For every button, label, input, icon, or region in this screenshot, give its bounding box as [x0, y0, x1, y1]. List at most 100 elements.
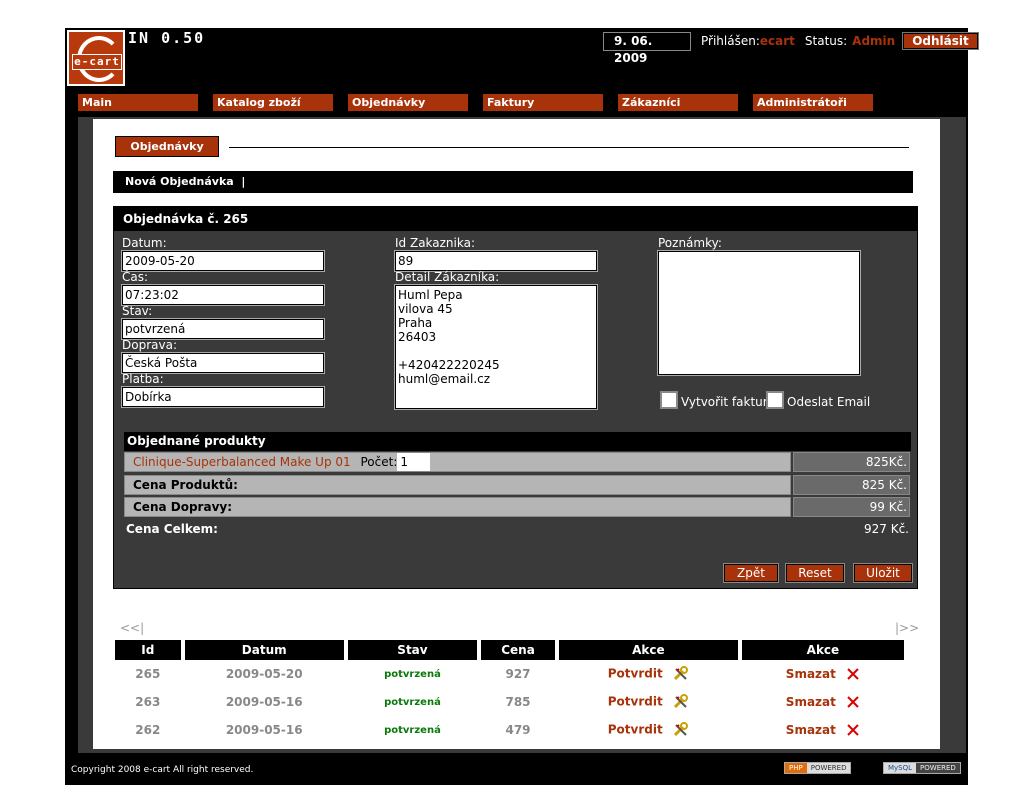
cell-delete: Smazat	[742, 688, 904, 716]
copyright-text: Copyright 2008 e-cart All right reserved…	[71, 765, 254, 775]
nav-item-catalog[interactable]: Katalog zboží	[213, 94, 333, 111]
delete-x-icon[interactable]	[846, 695, 860, 709]
notes-textarea[interactable]	[657, 250, 861, 376]
logo-text: e-cart	[72, 54, 122, 70]
logged-label: Přihlášen:	[701, 34, 760, 48]
send-email-checkbox[interactable]	[766, 391, 784, 409]
cell-id: 263	[135, 695, 161, 709]
col-cena: Cena	[481, 640, 555, 660]
new-order-link[interactable]: Nová Objednávka |	[125, 175, 245, 188]
grand-total-value: 927 Kč.	[864, 522, 909, 536]
create-invoice-label: Vytvořit fakturu	[681, 395, 776, 409]
detail-line: huml@email.cz	[398, 372, 491, 386]
delete-link[interactable]: Smazat	[786, 667, 836, 681]
delete-x-icon[interactable]	[846, 723, 860, 737]
status-label: Status:	[804, 34, 848, 48]
product-row: Clinique-Superbalanced Make Up 01 Počet:…	[124, 452, 791, 472]
shipping-label: Cena Dopravy:	[124, 497, 791, 517]
logout-button[interactable]: Odhlásit	[902, 32, 979, 50]
doprava-label: Doprava:	[122, 338, 177, 352]
table-row[interactable]: 262 2009-05-16 potvrzená 479 Potvrdit Sm…	[115, 716, 904, 744]
customer-id-label: Id Zakaznika:	[395, 236, 476, 250]
save-button[interactable]: Uložit	[853, 563, 913, 583]
cell-cena: 927	[505, 667, 531, 681]
customer-id-field[interactable]: 89	[394, 250, 598, 272]
current-date: 9. 06. 2009	[603, 31, 691, 65]
tools-icon[interactable]	[673, 666, 689, 682]
doprava-field[interactable]: Česká Pošta	[121, 352, 325, 374]
cell-delete: Smazat	[742, 716, 904, 744]
platba-label: Platba:	[122, 372, 164, 386]
main-nav: Main Katalog zboží Objednávky Faktury Zá…	[78, 94, 888, 111]
cell-delete: Smazat	[742, 660, 904, 688]
detail-line	[398, 344, 594, 358]
pager-prev-link[interactable]: <<|	[120, 621, 144, 635]
cell-datum: 2009-05-16	[225, 695, 303, 709]
nav-item-customers[interactable]: Zákazníci	[618, 94, 738, 111]
ecart-logo: e-cart	[67, 30, 125, 86]
cell-cena: 479	[505, 723, 531, 737]
customer-detail-textarea[interactable]: Huml Pepa vilova 45 Praha 26403 +4204222…	[394, 284, 598, 410]
detail-line: vilova 45	[398, 302, 453, 316]
cell-confirm: Potvrdit	[559, 660, 738, 688]
customer-detail-label: Detail Zákazníka:	[395, 270, 500, 284]
cell-datum: 2009-05-20	[225, 667, 303, 681]
cas-field[interactable]: 07:23:02	[121, 284, 325, 306]
page-title: Objednávky	[115, 136, 219, 157]
confirm-link[interactable]: Potvrdit	[608, 695, 663, 709]
delete-link[interactable]: Smazat	[786, 695, 836, 709]
back-button[interactable]: Zpět	[723, 563, 779, 583]
table-row[interactable]: 263 2009-05-16 potvrzená 785 Potvrdit Sm…	[115, 688, 904, 716]
quantity-input[interactable]: 1	[397, 453, 431, 471]
confirm-link[interactable]: Potvrdit	[608, 723, 663, 737]
cell-stav: potvrzená	[384, 668, 441, 680]
nav-item-orders[interactable]: Objednávky	[348, 94, 468, 111]
stav-field[interactable]: potvrzená	[121, 318, 325, 340]
nav-item-invoices[interactable]: Faktury	[483, 94, 603, 111]
nav-item-admins[interactable]: Administrátoři	[753, 94, 873, 111]
php-powered-badge: PHP POWERED	[784, 762, 852, 774]
products-total-value: 825 Kč.	[793, 475, 910, 495]
pager-next-link[interactable]: |>>	[895, 621, 919, 635]
cell-cena: 785	[505, 695, 531, 709]
send-email-label: Odeslat Email	[787, 395, 871, 409]
logged-user: ecart	[759, 34, 795, 48]
col-akce-delete: Akce	[741, 640, 904, 660]
col-stav: Stav	[347, 640, 478, 660]
cas-label: Čas:	[122, 270, 149, 284]
col-akce-confirm: Akce	[558, 640, 738, 660]
detail-line: 26403	[398, 330, 437, 344]
ordered-products-heading: Objednané produkty	[124, 432, 911, 451]
table-row[interactable]: 265 2009-05-20 potvrzená 927 Potvrdit Sm…	[115, 660, 904, 688]
platba-field[interactable]: Dobírka	[121, 386, 325, 408]
product-name-link[interactable]: Clinique-Superbalanced Make Up 01	[133, 455, 351, 469]
table-header-row: Id Datum Stav Cena Akce Akce	[115, 640, 904, 660]
orders-table: Id Datum Stav Cena Akce Akce 265 2009-05…	[111, 640, 908, 744]
confirm-link[interactable]: Potvrdit	[608, 667, 663, 681]
col-datum: Datum	[184, 640, 344, 660]
status-value: Admin	[852, 34, 896, 48]
detail-line: Huml Pepa	[398, 288, 463, 302]
datum-field[interactable]: 2009-05-20	[121, 250, 325, 272]
tools-icon[interactable]	[673, 722, 689, 738]
tools-icon[interactable]	[673, 694, 689, 710]
cell-stav: potvrzená	[384, 696, 441, 708]
shipping-value: 99 Kč.	[793, 497, 910, 517]
product-price: 825Kč.	[793, 452, 910, 472]
col-id: Id	[115, 640, 181, 660]
nav-item-main[interactable]: Main	[78, 94, 198, 111]
order-title: Objednávka č. 265	[114, 207, 917, 231]
datum-label: Datum:	[122, 236, 167, 250]
delete-x-icon[interactable]	[846, 667, 860, 681]
order-detail-panel: Objednávka č. 265 Datum: 2009-05-20 Čas:…	[113, 206, 918, 589]
detail-line: Praha	[398, 316, 433, 330]
reset-button[interactable]: Reset	[785, 563, 845, 583]
notes-label: Poznámky:	[658, 236, 722, 250]
count-label: Počet:	[360, 455, 398, 469]
grand-total-label: Cena Celkem:	[126, 522, 218, 536]
top-status-bar: 9. 06. 2009 Přihlášen: ecart Status: Adm…	[603, 31, 979, 65]
create-invoice-checkbox[interactable]	[660, 391, 678, 409]
cell-confirm: Potvrdit	[559, 716, 738, 744]
cell-stav: potvrzená	[384, 724, 441, 736]
delete-link[interactable]: Smazat	[786, 723, 836, 737]
